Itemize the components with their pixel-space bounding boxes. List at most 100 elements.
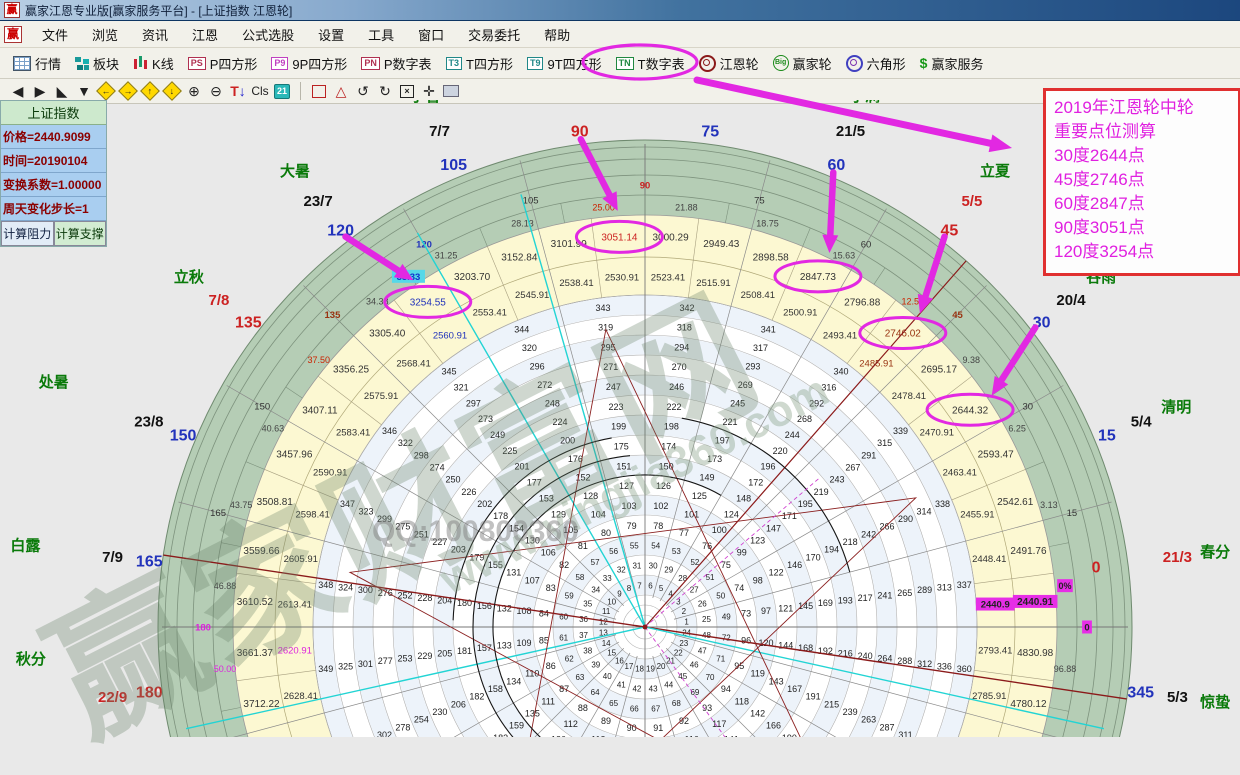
svg-text:112: 112 bbox=[564, 719, 578, 729]
svg-text:18.75: 18.75 bbox=[756, 219, 779, 229]
svg-text:98: 98 bbox=[753, 575, 763, 585]
svg-text:大暑: 大暑 bbox=[280, 162, 310, 180]
svg-text:105: 105 bbox=[523, 196, 539, 207]
svg-text:84: 84 bbox=[539, 609, 549, 619]
menu-item-1[interactable]: 浏览 bbox=[80, 23, 130, 46]
svg-text:320: 320 bbox=[522, 343, 537, 353]
shift-up-icon[interactable]: ↑ bbox=[140, 81, 160, 101]
calc-support-button[interactable]: 计算支撑 bbox=[54, 221, 107, 246]
toolbar-item-P数字表[interactable]: PNP数字表 bbox=[354, 52, 438, 75]
rotate-step-down-icon[interactable]: ▼ bbox=[74, 81, 94, 101]
svg-text:3254.55: 3254.55 bbox=[410, 297, 447, 308]
shift-left-icon[interactable]: ← bbox=[96, 81, 116, 101]
menu-item-7[interactable]: 窗口 bbox=[406, 23, 456, 46]
app-logo-icon: 赢 bbox=[4, 2, 20, 18]
toolbar-item-板块[interactable]: 板块 bbox=[68, 52, 126, 75]
rotate-step-left-icon[interactable]: ◣ bbox=[52, 81, 72, 101]
svg-text:60: 60 bbox=[827, 157, 845, 174]
zoom-out-icon[interactable]: ⊖ bbox=[206, 81, 226, 101]
prev-arrow-icon[interactable]: ◀ bbox=[8, 81, 28, 101]
toolbar-item-赢家服务[interactable]: $赢家服务 bbox=[913, 52, 991, 75]
menu-item-3[interactable]: 江恩 bbox=[180, 23, 230, 46]
svg-text:311: 311 bbox=[898, 730, 912, 737]
svg-text:2: 2 bbox=[682, 607, 687, 616]
svg-text:96.88: 96.88 bbox=[1054, 664, 1077, 674]
svg-text:111: 111 bbox=[541, 696, 555, 706]
svg-text:78: 78 bbox=[653, 521, 663, 531]
toolbar-item-9T四方形[interactable]: T99T四方形 bbox=[520, 52, 609, 75]
svg-text:302: 302 bbox=[377, 730, 392, 737]
svg-text:8: 8 bbox=[627, 584, 632, 593]
toolbar-item-江恩轮[interactable]: 江恩轮 bbox=[692, 52, 766, 75]
svg-text:3305.40: 3305.40 bbox=[369, 329, 406, 340]
svg-text:2593.47: 2593.47 bbox=[978, 450, 1015, 461]
svg-text:148: 148 bbox=[736, 493, 751, 503]
toolbar-item-label: T数字表 bbox=[638, 54, 685, 73]
svg-text:121: 121 bbox=[778, 603, 793, 613]
svg-text:立秋: 立秋 bbox=[174, 268, 205, 286]
svg-text:317: 317 bbox=[753, 343, 768, 353]
svg-text:170: 170 bbox=[806, 552, 821, 562]
toolbar-item-P四方形[interactable]: PSP四方形 bbox=[181, 52, 265, 75]
svg-text:196: 196 bbox=[760, 462, 775, 472]
toolbar-item-行情[interactable]: 行情 bbox=[6, 52, 68, 75]
svg-text:215: 215 bbox=[824, 699, 839, 709]
menu-item-6[interactable]: 工具 bbox=[356, 23, 406, 46]
zoom-in-icon[interactable]: ⊕ bbox=[184, 81, 204, 101]
svg-text:45: 45 bbox=[952, 310, 963, 321]
svg-text:176: 176 bbox=[568, 454, 583, 464]
svg-text:239: 239 bbox=[843, 707, 858, 717]
menu-item-0[interactable]: 文件 bbox=[30, 23, 80, 46]
svg-text:9.38: 9.38 bbox=[962, 355, 980, 365]
svg-text:10: 10 bbox=[607, 597, 616, 606]
next-arrow-icon[interactable]: ▶ bbox=[30, 81, 50, 101]
svg-text:0: 0 bbox=[1092, 560, 1101, 577]
svg-text:11: 11 bbox=[602, 607, 611, 616]
menu-item-2[interactable]: 资讯 bbox=[130, 23, 180, 46]
toolbar-item-K线[interactable]: K线 bbox=[126, 52, 181, 75]
rotate-ccw-icon[interactable]: ↺ bbox=[353, 81, 373, 101]
svg-text:180: 180 bbox=[195, 623, 211, 634]
menu-item-8[interactable]: 交易委托 bbox=[456, 23, 532, 46]
rotate-cw-icon[interactable]: ↻ bbox=[375, 81, 395, 101]
toolbar-item-label: 赢家轮 bbox=[793, 54, 832, 73]
cls-button[interactable]: Cls bbox=[250, 81, 270, 101]
svg-text:287: 287 bbox=[880, 722, 895, 732]
screen-icon[interactable] bbox=[441, 81, 461, 101]
calendar-icon[interactable]: 21 bbox=[272, 81, 292, 101]
shift-right-icon[interactable]: → bbox=[118, 81, 138, 101]
toolbar-item-T四方形[interactable]: T3T四方形 bbox=[439, 52, 520, 75]
svg-text:82: 82 bbox=[559, 560, 569, 570]
shift-down-icon[interactable]: ↓ bbox=[162, 81, 182, 101]
svg-text:180: 180 bbox=[136, 684, 163, 701]
fit-center-icon[interactable]: ✛ bbox=[419, 81, 439, 101]
svg-text:15: 15 bbox=[1098, 428, 1116, 445]
svg-text:172: 172 bbox=[748, 478, 763, 488]
svg-text:118: 118 bbox=[735, 696, 749, 706]
rect-tool-icon[interactable] bbox=[309, 81, 329, 101]
svg-text:249: 249 bbox=[490, 430, 505, 440]
svg-text:28: 28 bbox=[678, 574, 687, 583]
menu-item-4[interactable]: 公式选股 bbox=[230, 23, 306, 46]
svg-text:2746.02: 2746.02 bbox=[885, 329, 922, 340]
triangle-tool-icon[interactable]: △ bbox=[331, 81, 351, 101]
svg-text:5/4: 5/4 bbox=[1131, 413, 1153, 430]
svg-text:337: 337 bbox=[957, 580, 972, 590]
toolbar-item-9P四方形[interactable]: P99P四方形 bbox=[264, 52, 354, 75]
menu-item-9[interactable]: 帮助 bbox=[532, 23, 582, 46]
svg-text:129: 129 bbox=[551, 509, 566, 519]
svg-text:206: 206 bbox=[451, 699, 466, 709]
svg-text:25: 25 bbox=[702, 615, 711, 624]
menu-item-5[interactable]: 设置 bbox=[306, 23, 356, 46]
svg-text:297: 297 bbox=[466, 398, 481, 408]
toolbar-item-T数字表[interactable]: TNT数字表 bbox=[609, 52, 692, 75]
toolbar-item-六角形[interactable]: 六角形 bbox=[839, 52, 913, 75]
toolbar-item-赢家轮[interactable]: Big赢家轮 bbox=[766, 52, 839, 75]
t-shift-icon[interactable]: T↓ bbox=[228, 81, 248, 101]
delete-box-icon[interactable]: × bbox=[397, 81, 417, 101]
svg-text:230: 230 bbox=[432, 707, 447, 717]
svg-text:159: 159 bbox=[509, 721, 524, 731]
svg-text:134: 134 bbox=[506, 676, 521, 686]
toolbar-item-label: T四方形 bbox=[466, 54, 513, 73]
calc-resistance-button[interactable]: 计算阻力 bbox=[1, 221, 54, 246]
